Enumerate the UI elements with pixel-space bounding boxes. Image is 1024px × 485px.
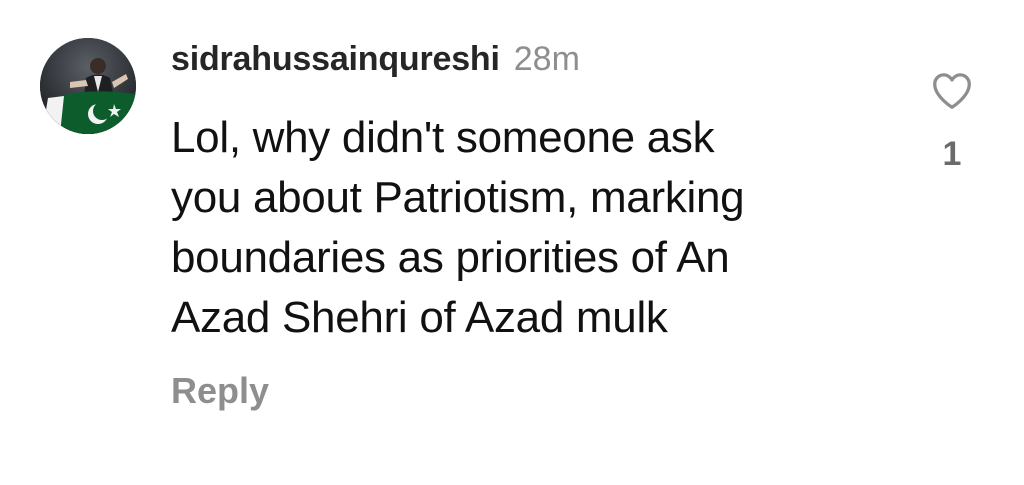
avatar-image [40,38,136,134]
avatar[interactable] [40,38,136,134]
timestamp: 28m [513,40,580,78]
like-count: 1 [942,135,962,173]
reply-button[interactable]: Reply [171,370,269,412]
like-section: 1 [922,70,982,174]
comment-body: sidrahussainqureshi 28m Lol, why didn't … [171,40,911,412]
comment-line: boundaries as priorities of An [171,233,730,282]
comment-line: Azad Shehri of Azad mulk [171,293,668,342]
comment-item: sidrahussainqureshi 28m Lol, why didn't … [0,0,1024,485]
comment-line: you about Patriotism, marking [171,173,745,222]
comment-text: Lol, why didn't someone ask you about Pa… [171,108,891,348]
comment-line: Lol, why didn't someone ask [171,113,715,162]
username-link[interactable]: sidrahussainqureshi [171,40,500,79]
comment-meta: sidrahussainqureshi 28m [171,40,911,88]
heart-icon[interactable] [930,70,974,110]
